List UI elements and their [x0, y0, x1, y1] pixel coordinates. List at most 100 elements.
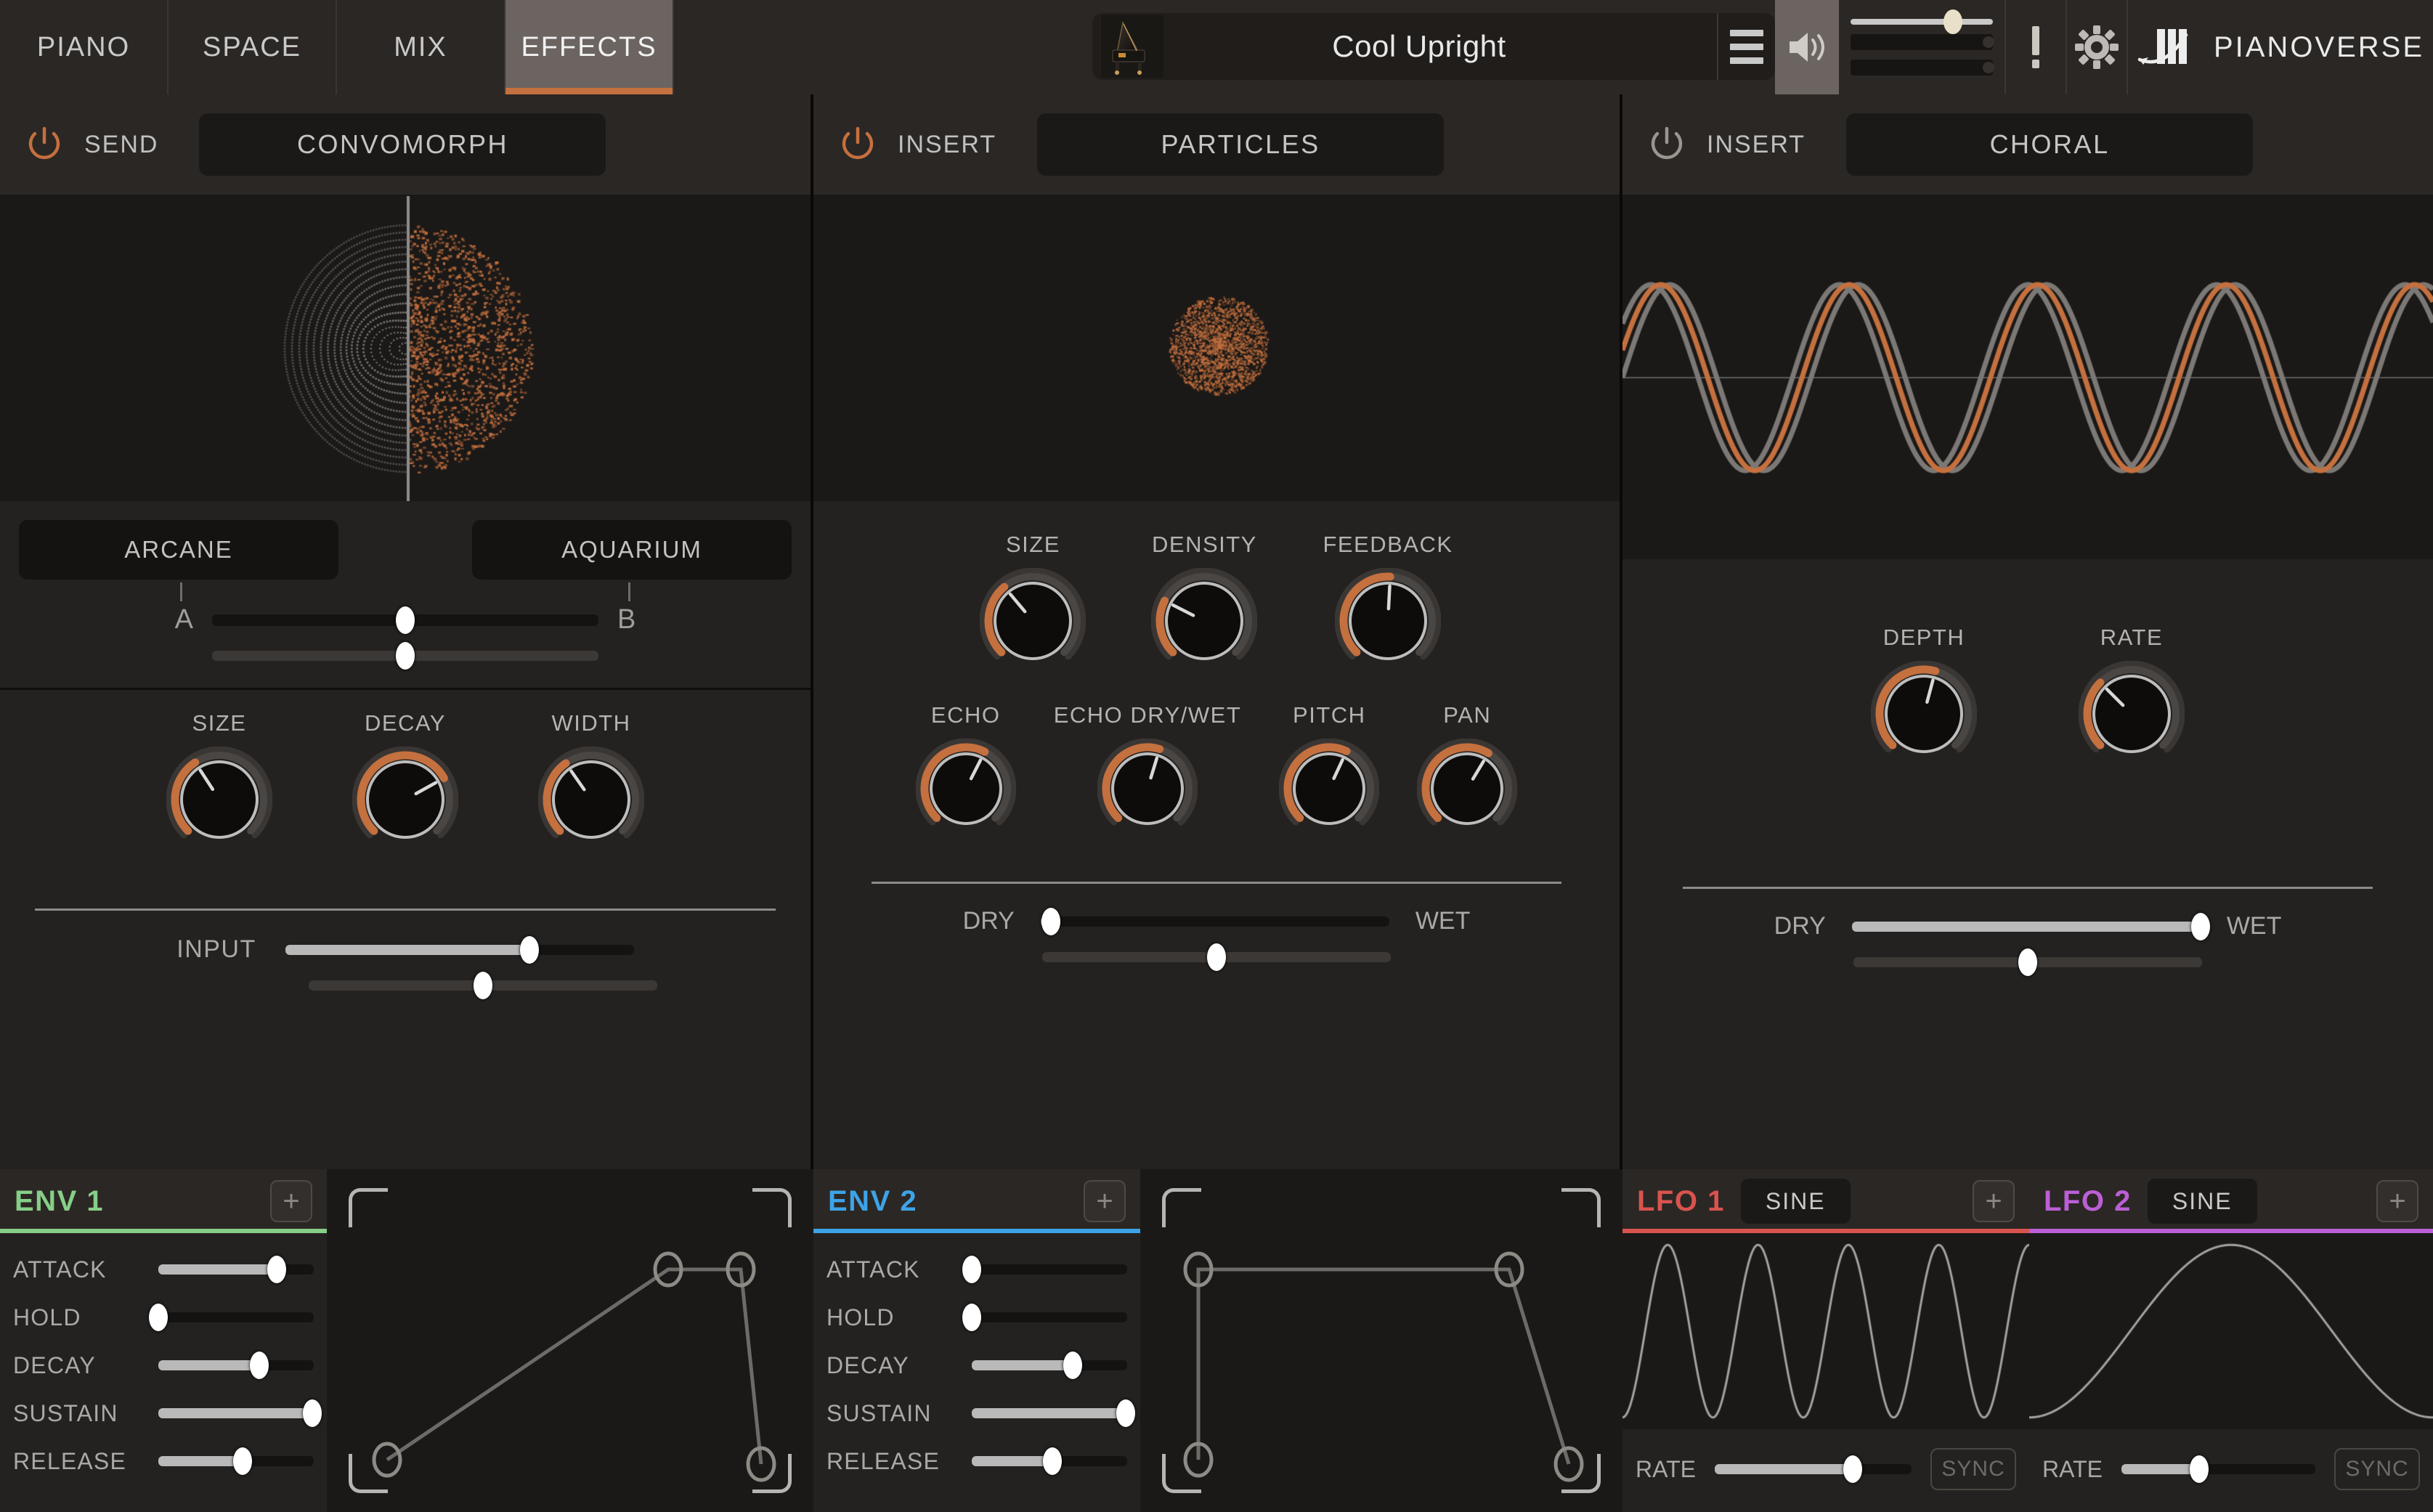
plus-icon[interactable]: +: [1084, 1180, 1126, 1222]
effect-panel-choral: INSERT CHORAL DEPTH RATE DRY WET: [1622, 94, 2433, 1169]
morph-a-label: A: [174, 604, 193, 635]
input-slider-knob[interactable]: [519, 935, 539, 964]
knob-rate-label: RATE: [2100, 625, 2164, 650]
volume-mod-slider-2[interactable]: [1851, 60, 1995, 76]
lfo2-rate-knob[interactable]: [2189, 1455, 2209, 1483]
env2-release-knob[interactable]: [1043, 1447, 1063, 1475]
choral-mix-slider[interactable]: [1851, 912, 2210, 940]
morph-mod-slider[interactable]: [212, 642, 598, 670]
knob-graphic: [166, 746, 273, 839]
tab-piano[interactable]: PIANO: [0, 0, 168, 94]
env1-curve-display[interactable]: [327, 1169, 813, 1512]
lfo2-rate-row: RATE SYNC: [2029, 1429, 2433, 1509]
choral-name-button[interactable]: CHORAL: [1846, 113, 2254, 176]
lfo1-waveform-display[interactable]: [1622, 1233, 2029, 1429]
convomorph-name-button[interactable]: CONVOMORPH: [199, 113, 606, 176]
morph-slider-knob[interactable]: [396, 606, 415, 634]
particles-mix-mod-slider[interactable]: [1042, 943, 1391, 971]
env1-attack-slider[interactable]: [158, 1253, 314, 1285]
lfo2-waveform-display[interactable]: [2029, 1233, 2433, 1429]
plus-icon[interactable]: +: [270, 1180, 312, 1222]
speaker-volume-icon[interactable]: [1775, 0, 1839, 94]
env2-release-label: RELEASE: [826, 1447, 941, 1474]
env1-sustain-row: SUSTAIN: [13, 1393, 322, 1434]
knob-depth[interactable]: DEPTH: [1870, 625, 1978, 771]
knob-pitch-label: PITCH: [1293, 702, 1366, 728]
power-icon[interactable]: [1647, 125, 1686, 164]
choral-mix-mod-slider[interactable]: [1853, 948, 2202, 976]
knob-pitch[interactable]: PITCH: [1278, 702, 1380, 842]
knob-decay[interactable]: DECAY: [352, 710, 459, 856]
particles-mix-slider[interactable]: [1040, 907, 1389, 935]
plus-icon[interactable]: +: [2376, 1180, 2418, 1222]
master-volume-thumb[interactable]: [1943, 9, 1963, 34]
env1-sustain-slider[interactable]: [158, 1397, 322, 1429]
lfo1-waveform-button[interactable]: SINE: [1740, 1179, 1851, 1224]
env1-decay-knob[interactable]: [250, 1352, 269, 1379]
lfo1-rate-slider[interactable]: [1714, 1453, 1912, 1485]
env1-release-slider[interactable]: [158, 1445, 314, 1477]
env2-decay-knob[interactable]: [1063, 1352, 1083, 1379]
lfo2-sync-button[interactable]: SYNC: [2334, 1448, 2420, 1490]
env1-release-knob[interactable]: [232, 1447, 252, 1475]
tab-space[interactable]: SPACE: [168, 0, 337, 94]
knob-echo[interactable]: ECHO: [915, 702, 1017, 842]
morph-mod-knob[interactable]: [396, 642, 415, 670]
env2-hold-knob[interactable]: [962, 1304, 981, 1331]
lfo1-sync-button[interactable]: SYNC: [1930, 1448, 2016, 1490]
knob-density[interactable]: DENSITY: [1150, 532, 1258, 678]
knob-width[interactable]: WIDTH: [537, 710, 645, 856]
brand-name: PIANOVERSE: [2213, 31, 2425, 63]
particles-mix-knob[interactable]: [1041, 907, 1061, 935]
alert-button[interactable]: [2006, 0, 2067, 94]
settings-button[interactable]: [2067, 0, 2128, 94]
lfo1-rate-knob[interactable]: [1843, 1455, 1862, 1483]
env2-curve-display[interactable]: [1140, 1169, 1622, 1512]
preset-selector[interactable]: Cool Upright: [1092, 13, 1775, 80]
lfo1-rate-label: RATE: [1636, 1455, 1696, 1482]
env2-release-slider[interactable]: [972, 1445, 1127, 1477]
particles-mix-mod-knob[interactable]: [1207, 943, 1226, 971]
env1-hold-knob[interactable]: [149, 1304, 168, 1331]
lfo2-waveform-button[interactable]: SINE: [2147, 1179, 2257, 1224]
tab-mix[interactable]: MIX: [337, 0, 505, 94]
lfo1-accent-bar: [1622, 1229, 2029, 1233]
env1-sustain-knob[interactable]: [302, 1399, 322, 1427]
input-mod-slider[interactable]: [309, 972, 657, 999]
env1-decay-slider[interactable]: [158, 1349, 314, 1381]
volume-mod-dot-2[interactable]: [1983, 62, 1995, 73]
choral-mix-mod-knob[interactable]: [2018, 948, 2037, 976]
power-icon[interactable]: [838, 125, 877, 164]
choral-mix-knob[interactable]: [2190, 912, 2210, 940]
input-slider[interactable]: [285, 935, 634, 964]
env1-hold-slider[interactable]: [149, 1301, 314, 1333]
knob-size[interactable]: SIZE: [166, 710, 273, 856]
env2-attack-slider[interactable]: [962, 1253, 1127, 1285]
volume-mod-dot-1[interactable]: [1983, 36, 1995, 48]
knob-feedback[interactable]: FEEDBACK: [1323, 532, 1453, 678]
hamburger-menu-icon[interactable]: [1717, 13, 1775, 80]
knob-rate[interactable]: RATE: [2078, 625, 2185, 771]
env1-hold-row: HOLD: [13, 1297, 314, 1338]
lfo2-rate-slider[interactable]: [2121, 1453, 2315, 1485]
env2-attack-knob[interactable]: [962, 1256, 981, 1283]
particles-name-button[interactable]: PARTICLES: [1037, 113, 1445, 176]
tab-effects[interactable]: EFFECTS: [505, 0, 674, 94]
knob-pan[interactable]: PAN: [1416, 702, 1518, 842]
env2-sustain-knob[interactable]: [1116, 1399, 1135, 1427]
volume-mod-slider-1[interactable]: [1851, 34, 1995, 50]
knob-echo-dry-wet[interactable]: ECHO DRY/WET: [1054, 702, 1242, 842]
morph-preset-a-button[interactable]: ARCANE: [19, 520, 338, 580]
env1-attack-knob[interactable]: [267, 1256, 286, 1283]
env2-decay-slider[interactable]: [972, 1349, 1127, 1381]
knob-size[interactable]: SIZE: [979, 532, 1086, 678]
morph-slider[interactable]: [212, 606, 598, 634]
morph-preset-b-button[interactable]: AQUARIUM: [472, 520, 792, 580]
env2-sustain-slider[interactable]: [972, 1397, 1135, 1429]
power-icon[interactable]: [25, 125, 64, 164]
env2-hold-slider[interactable]: [962, 1301, 1127, 1333]
input-mod-knob[interactable]: [474, 972, 492, 999]
plus-icon[interactable]: +: [1973, 1180, 2015, 1222]
master-volume-slider[interactable]: [1851, 9, 1993, 34]
knob-decay-label: DECAY: [364, 710, 446, 736]
